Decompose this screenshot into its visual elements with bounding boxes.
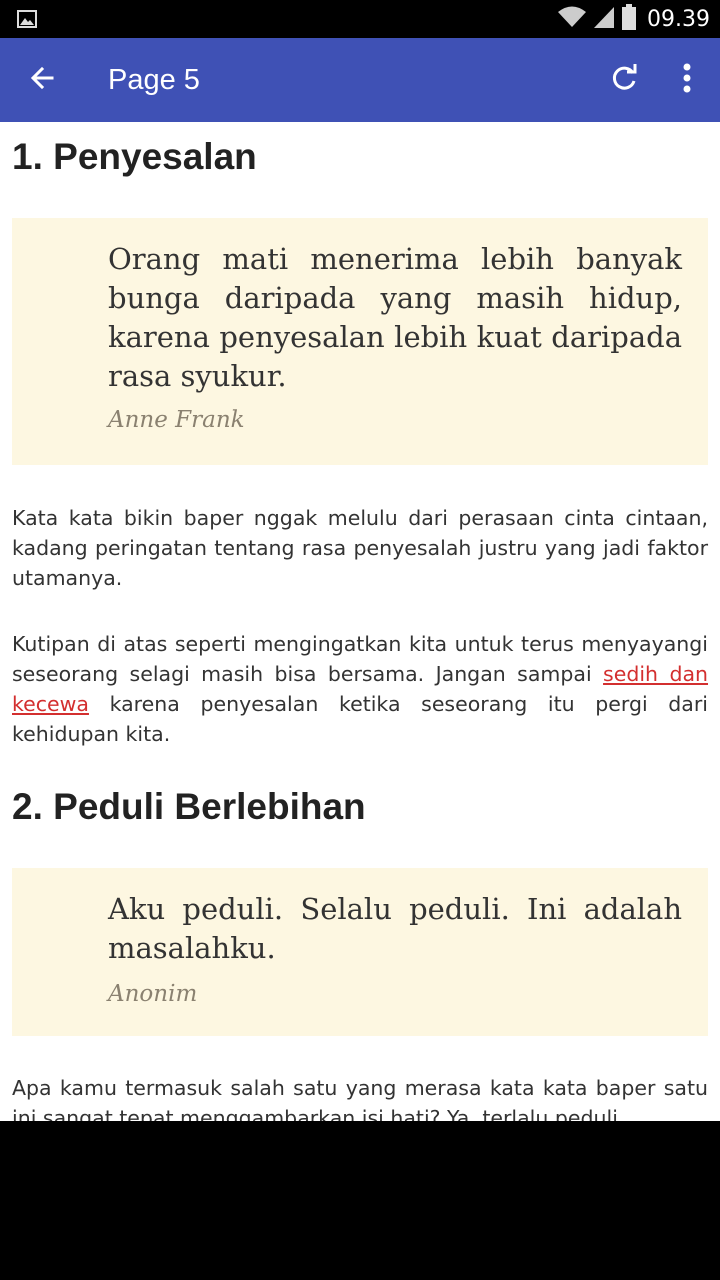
image-notification-icon <box>17 9 37 29</box>
quote-text-1: Orang mati menerima lebih banyak bunga d… <box>108 242 682 393</box>
back-arrow-icon <box>28 64 56 96</box>
status-bar: 09.39 <box>0 0 720 38</box>
refresh-button[interactable] <box>602 58 646 102</box>
app-bar: Page 5 <box>0 38 720 122</box>
section-heading-1: 1. Penyesalan <box>12 136 257 177</box>
status-time: 09.39 <box>647 6 710 32</box>
section-heading-2: 2. Peduli Berlebihan <box>12 786 366 827</box>
bottom-blank-area <box>0 1121 720 1280</box>
quote-text-2: Aku peduli. Selalu peduli. Ini adalah ma… <box>108 892 682 965</box>
page-title: Page 5 <box>108 64 200 96</box>
refresh-icon <box>609 63 639 97</box>
quote-box-1: Orang mati menerima lebih banyak bunga d… <box>12 218 708 465</box>
paragraph-1: Kata kata bikin baper nggak melulu dari … <box>12 506 708 590</box>
quote-author-2: Anonim <box>108 981 198 1007</box>
more-options-button[interactable] <box>665 58 709 102</box>
paragraph-2: Kutipan di atas seperti mengingatkan kit… <box>12 629 708 749</box>
signal-icon <box>593 5 615 33</box>
paragraph-2-text-after: karena penyesalan ketika seseorang itu p… <box>12 692 708 746</box>
more-vert-icon <box>683 63 691 97</box>
wifi-icon <box>557 5 587 33</box>
paragraph-3: Apa kamu termasuk salah satu yang merasa… <box>12 1076 708 1121</box>
battery-icon <box>621 4 637 34</box>
quote-author-1: Anne Frank <box>108 407 245 433</box>
status-icons: 09.39 <box>557 4 710 34</box>
article-content[interactable]: 1. Penyesalan Orang mati menerima lebih … <box>0 122 720 1121</box>
quote-box-2: Aku peduli. Selalu peduli. Ini adalah ma… <box>12 868 708 1036</box>
back-button[interactable] <box>20 58 64 102</box>
